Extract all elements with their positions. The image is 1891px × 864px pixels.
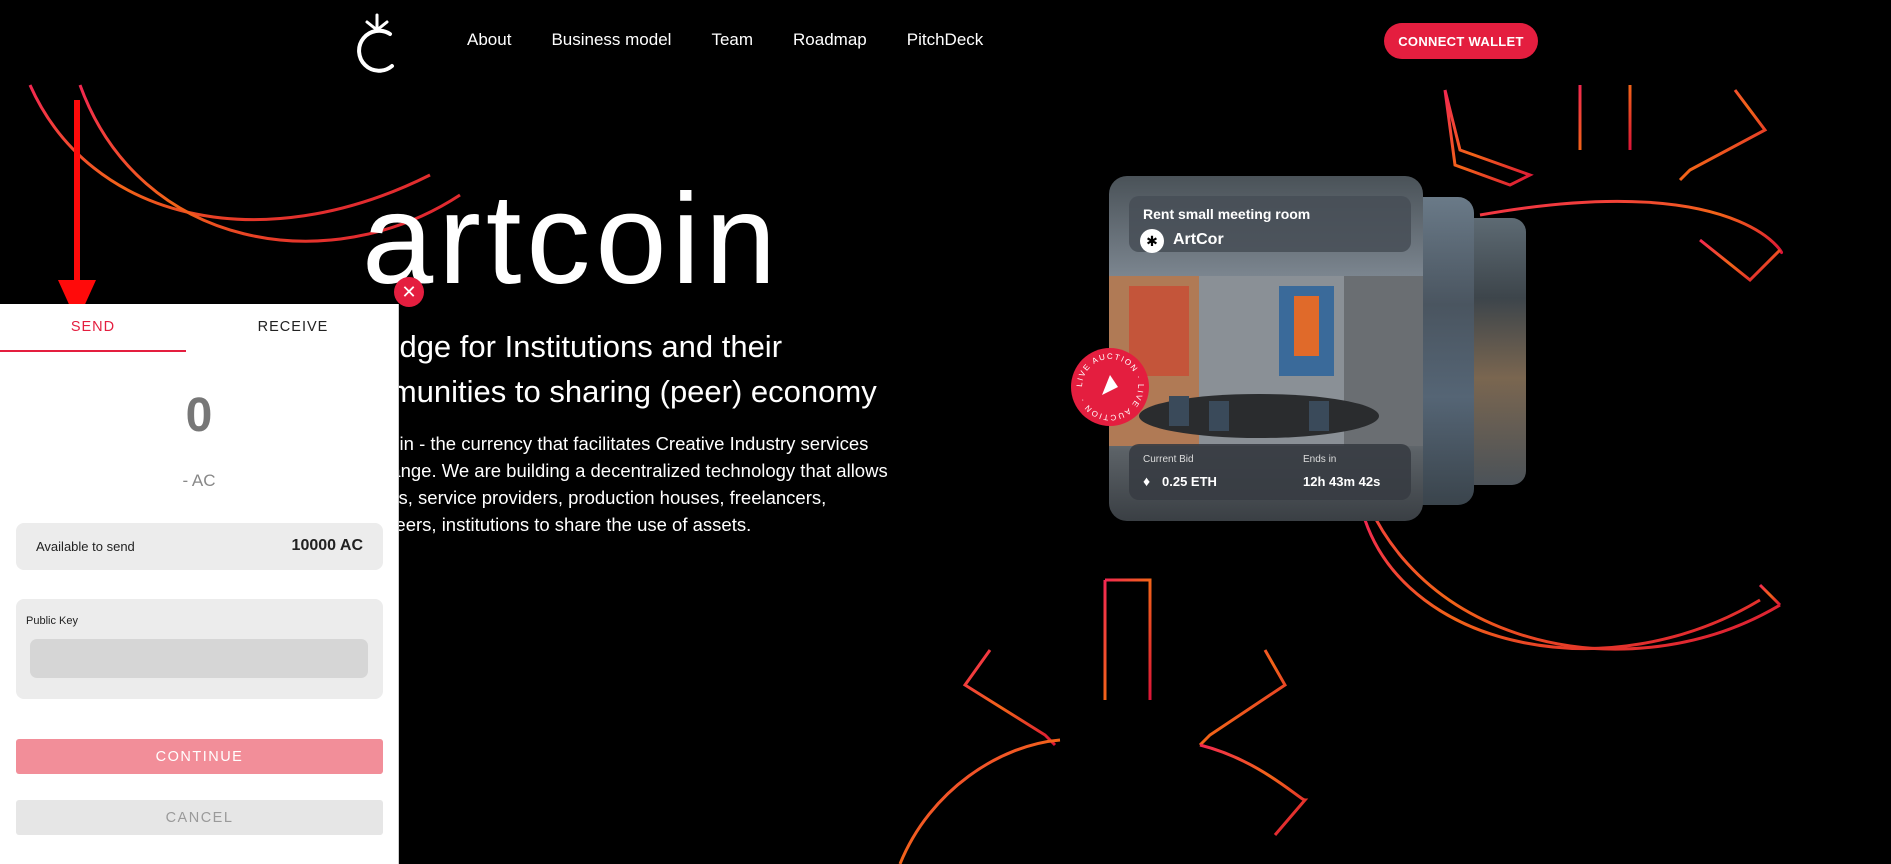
- hero-description-line: hange. We are building a decentralized t…: [380, 460, 888, 481]
- card-org-name: ArtCor: [1173, 231, 1224, 248]
- send-unit: - AC: [182, 471, 216, 490]
- ends-in-label: Ends in: [1303, 454, 1337, 465]
- hero-description-line: ists, service providers, production hous…: [380, 487, 827, 508]
- down-arrow-icon: [58, 100, 96, 322]
- live-auction-badge-icon: LIVE AUCTION · LIVE AUCTION ·: [1071, 348, 1149, 426]
- meeting-room-image: [1109, 276, 1423, 446]
- cancel-button[interactable]: CANCEL: [16, 800, 383, 835]
- hero-subtitle-line: bridge for Institutions and their: [365, 329, 783, 364]
- card-title: Rent small meeting room: [1143, 206, 1311, 222]
- nav-pitchdeck[interactable]: PitchDeck: [907, 30, 984, 50]
- send-amount[interactable]: 0: [0, 388, 398, 443]
- hero-description: coin - the currency that facilitates Cre…: [380, 430, 920, 538]
- available-label: Available to send: [36, 539, 135, 554]
- wallet-panel: SEND RECEIVE 0 - AC Available to send 10…: [0, 304, 399, 864]
- public-key-group: Public Key: [16, 599, 383, 699]
- tab-receive[interactable]: RECEIVE: [200, 304, 386, 350]
- nav-business-model[interactable]: Business model: [551, 30, 671, 50]
- main-nav: About Business model Team Roadmap PitchD…: [467, 30, 1023, 50]
- auction-card[interactable]: Rent small meeting room ✱ ArtCor Current…: [1109, 176, 1423, 521]
- nav-roadmap[interactable]: Roadmap: [793, 30, 867, 50]
- connect-wallet-button[interactable]: CONNECT WALLET: [1384, 23, 1538, 59]
- artcoin-logo-icon[interactable]: [352, 10, 402, 74]
- available-balance: Available to send 10000 AC: [16, 523, 383, 570]
- card-back-2: [1470, 218, 1526, 485]
- current-bid-value: 0.25 ETH: [1162, 474, 1217, 489]
- continue-button[interactable]: CONTINUE: [16, 739, 383, 774]
- hero-subtitle-line: mmunities to sharing (peer) economy: [365, 374, 877, 409]
- bid-info: Current Bid ♦ 0.25 ETH Ends in 12h 43m 4…: [1129, 444, 1411, 500]
- current-bid-label: Current Bid: [1143, 454, 1194, 465]
- hero-description-line: coin - the currency that facilitates Cre…: [380, 433, 869, 454]
- artcor-logo-icon: ✱: [1140, 229, 1164, 253]
- tab-send[interactable]: SEND: [0, 304, 186, 352]
- ends-in-value: 12h 43m 42s: [1303, 474, 1381, 489]
- hero-subtitle: bridge for Institutions and their mmunit…: [365, 324, 965, 414]
- close-panel-button[interactable]: ✕: [394, 277, 424, 307]
- hero-title: artcoin: [362, 168, 782, 311]
- public-key-label: Public Key: [26, 615, 78, 627]
- card-header: Rent small meeting room ✱ ArtCor: [1129, 196, 1411, 253]
- available-value: 10000 AC: [291, 537, 363, 554]
- public-key-input[interactable]: [30, 639, 368, 678]
- eth-icon: ♦: [1143, 473, 1151, 489]
- nav-about[interactable]: About: [467, 30, 511, 50]
- hero-description-line: nteers, institutions to share the use of…: [380, 514, 752, 535]
- close-icon: ✕: [401, 282, 417, 302]
- nav-team[interactable]: Team: [711, 30, 753, 50]
